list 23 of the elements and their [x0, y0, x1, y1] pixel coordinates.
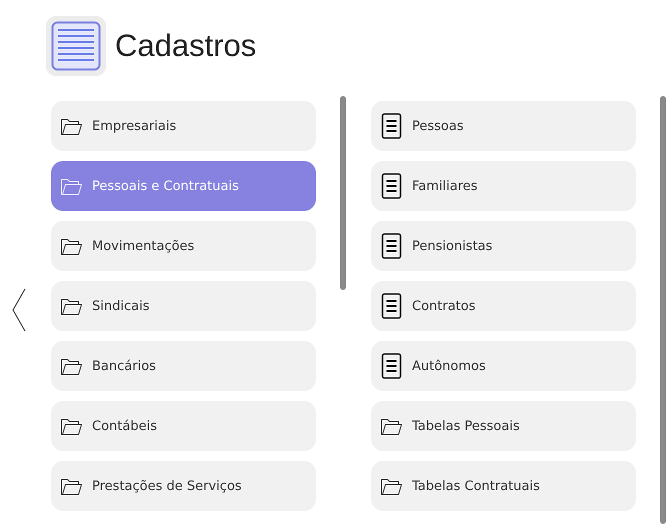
category-item[interactable]: Movimentações: [51, 221, 316, 271]
page-title: Cadastros: [115, 28, 256, 64]
entry-item[interactable]: Tabelas Contratuais: [371, 461, 636, 511]
back-chevron-icon[interactable]: [10, 288, 26, 332]
document-icon: [380, 113, 403, 139]
entry-item[interactable]: Pensionistas: [371, 221, 636, 271]
entry-item[interactable]: Autônomos: [371, 341, 636, 391]
entry-item[interactable]: Pessoas: [371, 101, 636, 151]
category-item[interactable]: Sindicais: [51, 281, 316, 331]
document-icon: [380, 173, 403, 199]
category-item[interactable]: Prestações de Serviços: [51, 461, 316, 511]
scrollbar-thumb[interactable]: [340, 96, 346, 290]
document-icon: [380, 293, 403, 319]
entry-item[interactable]: Familiares: [371, 161, 636, 211]
list-icon: [46, 16, 106, 76]
document-icon: [380, 233, 403, 259]
category-item[interactable]: Contábeis: [51, 401, 316, 451]
category-item[interactable]: Empresariais: [51, 101, 316, 151]
category-item[interactable]: Bancários: [51, 341, 316, 391]
scrollbar-thumb[interactable]: [660, 96, 666, 524]
entry-item[interactable]: Tabelas Pessoais: [371, 401, 636, 451]
document-icon: [380, 353, 403, 379]
entry-item[interactable]: Contratos: [371, 281, 636, 331]
